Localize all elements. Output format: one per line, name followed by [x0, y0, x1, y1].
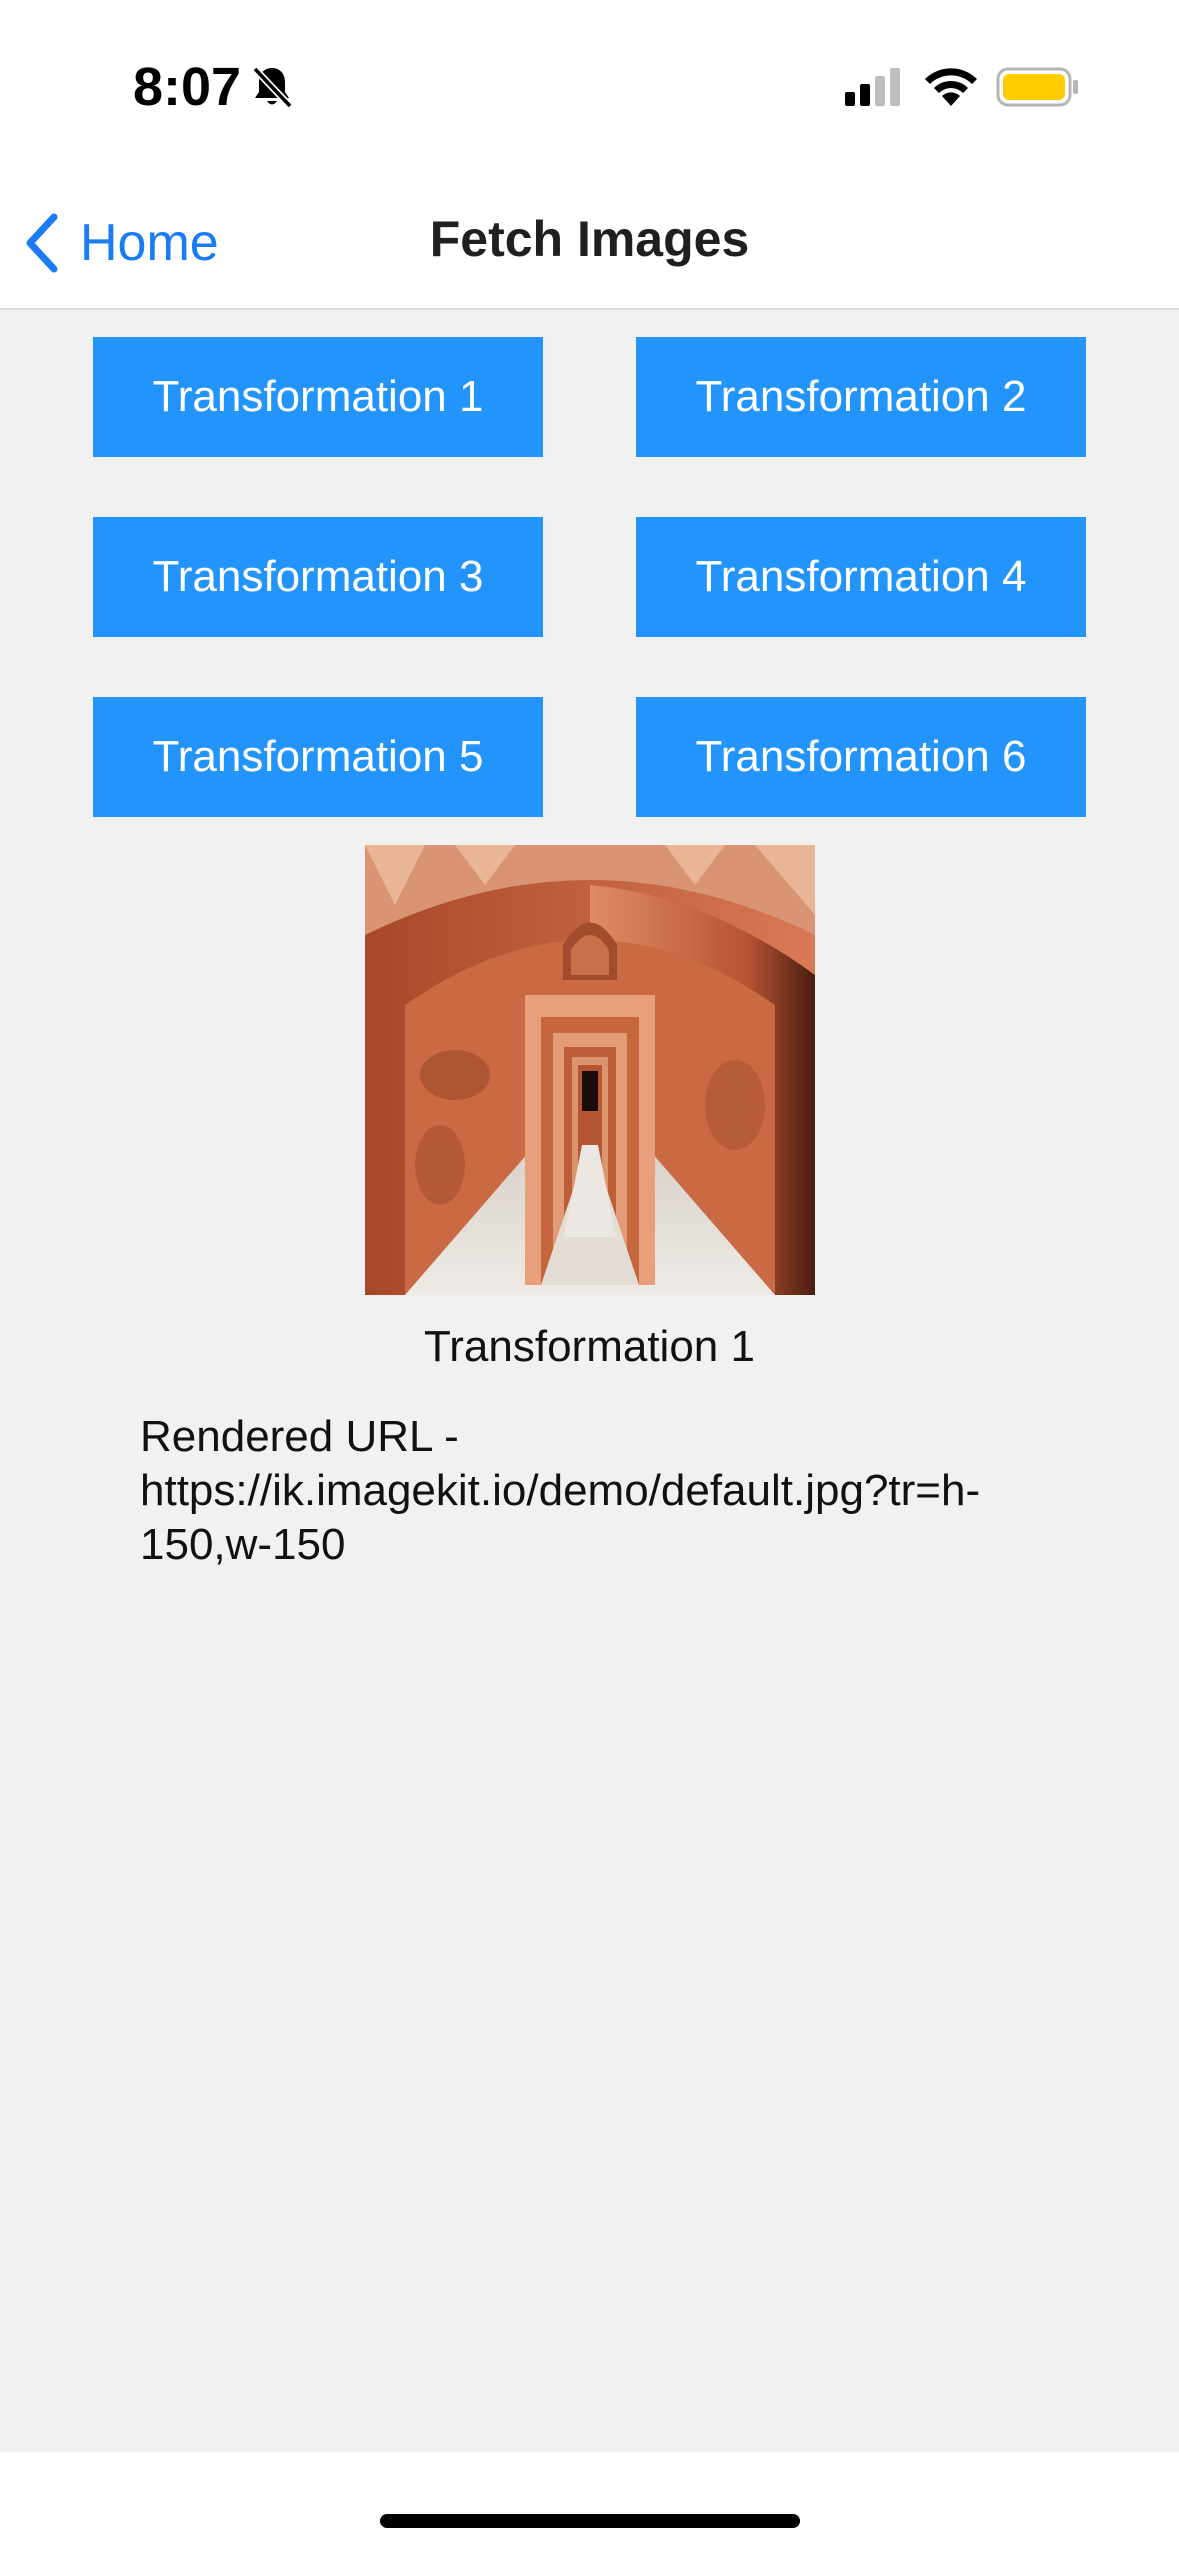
cellular-signal-icon: [845, 68, 900, 106]
navigation-bar: Home Fetch Images: [0, 170, 1179, 310]
status-bar: 8:07: [0, 0, 1179, 170]
transformation-6-button[interactable]: Transformation 6: [636, 697, 1086, 817]
status-time: 8:07: [133, 57, 242, 117]
transformation-2-button[interactable]: Transformation 2: [636, 337, 1086, 457]
transformation-4-button[interactable]: Transformation 4: [636, 517, 1086, 637]
transformation-3-button[interactable]: Transformation 3: [93, 517, 543, 637]
transformation-5-button[interactable]: Transformation 5: [93, 697, 543, 817]
home-indicator[interactable]: [380, 2514, 800, 2528]
bottom-safe-area: [0, 2452, 1179, 2556]
bell-slash-icon: [252, 66, 293, 109]
transformed-image: [365, 845, 815, 1295]
image-caption: Transformation 1: [424, 1322, 755, 1371]
battery-icon: [996, 67, 1078, 107]
rendered-url-text: Rendered URL - https://ik.imagekit.io/de…: [140, 1412, 981, 1569]
transformation-1-button[interactable]: Transformation 1: [93, 337, 543, 457]
wifi-icon: [925, 68, 977, 106]
page-title: Fetch Images: [429, 211, 750, 267]
